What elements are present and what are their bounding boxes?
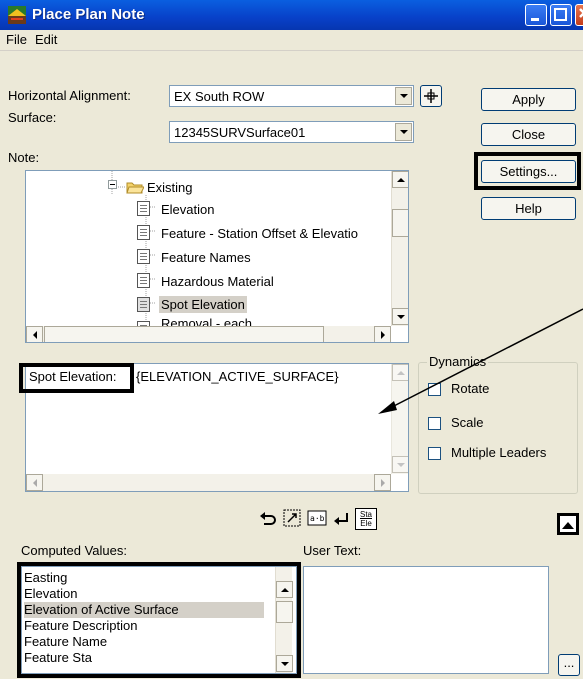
list-item[interactable]: Elevation xyxy=(24,586,77,602)
expand-collapse-button[interactable] xyxy=(557,513,579,535)
list-item[interactable]: Feature Description xyxy=(24,618,137,634)
scroll-thumb[interactable] xyxy=(276,601,293,623)
newline-icon[interactable] xyxy=(332,510,352,530)
browse-button[interactable]: ... xyxy=(558,654,580,676)
list-item[interactable]: Feature Sta xyxy=(24,650,92,666)
user-text-label: User Text: xyxy=(303,543,362,558)
station-icon-bottom-text: Ele xyxy=(360,519,372,528)
scroll-down-button[interactable] xyxy=(276,655,293,672)
place-plan-note-window: Place Plan Note File Edit Horizontal Ali… xyxy=(0,0,583,679)
computed-values-scrollbar[interactable] xyxy=(275,567,293,673)
list-item[interactable]: Easting xyxy=(24,570,67,586)
scroll-up-button[interactable] xyxy=(276,581,293,598)
insert-value-icon[interactable]: a·b xyxy=(307,508,327,528)
computed-values-list[interactable]: Easting Elevation Elevation of Active Su… xyxy=(21,566,297,674)
list-item[interactable]: Feature Name xyxy=(24,634,107,650)
computed-values-label: Computed Values: xyxy=(21,543,127,558)
station-icon-top-text: Sta xyxy=(359,510,372,519)
station-elevation-icon[interactable]: Sta Ele xyxy=(355,508,377,530)
user-text-input[interactable] xyxy=(303,566,549,674)
chevron-down-icon xyxy=(280,661,289,666)
chevron-up-icon xyxy=(562,522,574,529)
chevron-up-icon xyxy=(280,587,289,592)
svg-text:a·b: a·b xyxy=(310,514,325,523)
undo-icon[interactable] xyxy=(258,510,278,530)
list-item[interactable]: Elevation of Active Surface xyxy=(24,602,264,618)
select-icon[interactable] xyxy=(282,508,302,528)
